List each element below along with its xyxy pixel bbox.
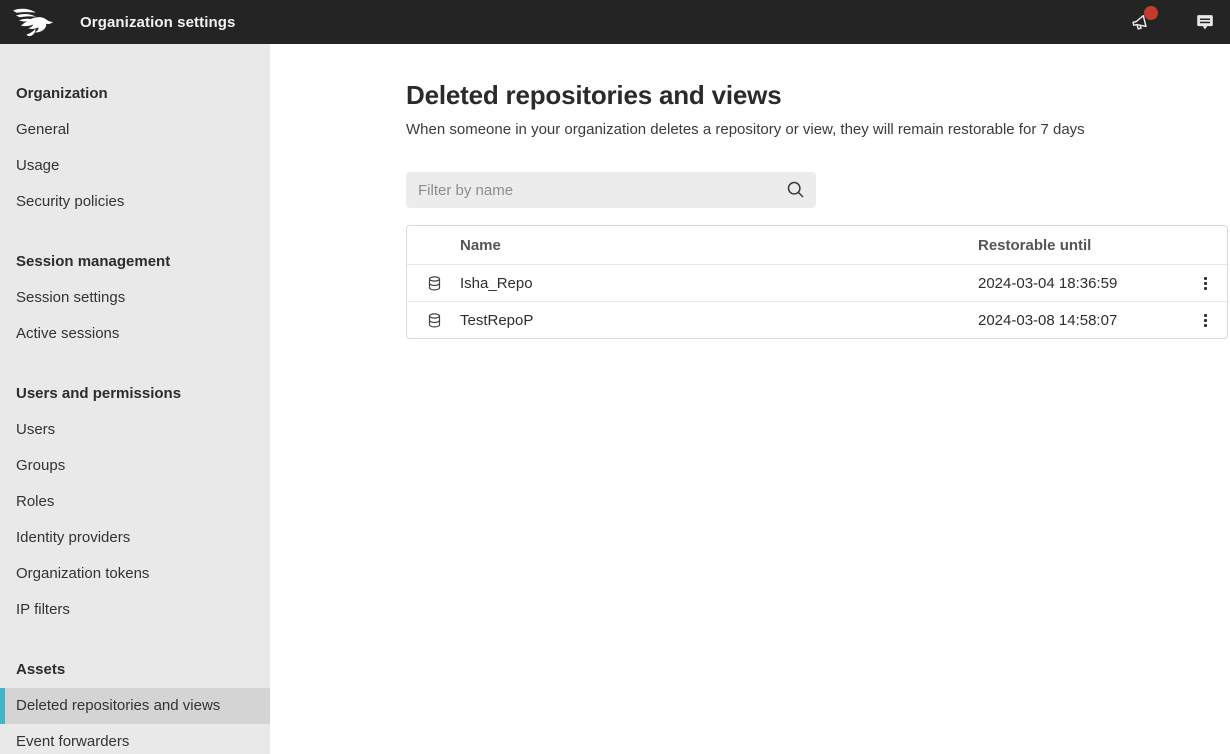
section-header-users-permissions: Users and permissions xyxy=(0,376,270,412)
sidebar-section-session-management: Session management Session settings Acti… xyxy=(0,244,270,352)
database-icon xyxy=(407,313,460,328)
sidebar-item-usage[interactable]: Usage xyxy=(0,148,270,184)
sidebar-section-users-permissions: Users and permissions Users Groups Roles… xyxy=(0,376,270,628)
section-header-organization: Organization xyxy=(0,76,270,112)
restorable-until-value: 2024-03-04 18:36:59 xyxy=(978,275,1183,292)
falcon-icon xyxy=(13,7,53,38)
row-actions-menu-button[interactable] xyxy=(1183,302,1227,338)
sidebar-item-organization-tokens[interactable]: Organization tokens xyxy=(0,556,270,592)
section-header-assets: Assets xyxy=(0,652,270,688)
section-header-session-management: Session management xyxy=(0,244,270,280)
column-header-restorable-until: Restorable until xyxy=(978,237,1183,254)
feedback-button[interactable] xyxy=(1192,9,1218,35)
filter-field xyxy=(406,172,816,208)
announcements-button[interactable] xyxy=(1128,9,1154,35)
column-header-name: Name xyxy=(460,237,978,254)
sidebar-item-identity-providers[interactable]: Identity providers xyxy=(0,520,270,556)
sidebar-section-organization: Organization General Usage Security poli… xyxy=(0,76,270,220)
database-icon xyxy=(407,276,460,291)
sidebar-section-assets: Assets Deleted repositories and views Ev… xyxy=(0,652,270,754)
sidebar-item-deleted-repositories-and-views[interactable]: Deleted repositories and views xyxy=(0,688,270,724)
sidebar-item-general[interactable]: General xyxy=(0,112,270,148)
table-row: Isha_Repo 2024-03-04 18:36:59 xyxy=(407,264,1227,301)
table-header-row: Name Restorable until xyxy=(407,226,1227,264)
page-subtitle: When someone in your organization delete… xyxy=(406,120,1228,140)
sidebar-item-roles[interactable]: Roles xyxy=(0,484,270,520)
sidebar-item-event-forwarders[interactable]: Event forwarders xyxy=(0,724,270,754)
sidebar-item-active-sessions[interactable]: Active sessions xyxy=(0,316,270,352)
topbar-actions xyxy=(1128,9,1230,35)
sidebar-item-session-settings[interactable]: Session settings xyxy=(0,280,270,316)
restorable-until-value: 2024-03-08 14:58:07 xyxy=(978,312,1183,329)
repo-name: Isha_Repo xyxy=(460,275,978,292)
sidebar-item-users[interactable]: Users xyxy=(0,412,270,448)
topbar: Organization settings xyxy=(0,0,1230,44)
deleted-repositories-table: Name Restorable until Isha_Repo 2024-03-… xyxy=(406,225,1228,339)
sidebar-item-security-policies[interactable]: Security policies xyxy=(0,184,270,220)
notification-badge xyxy=(1144,6,1158,20)
row-actions-menu-button[interactable] xyxy=(1183,265,1227,301)
repo-name: TestRepoP xyxy=(460,312,978,329)
sidebar-item-groups[interactable]: Groups xyxy=(0,448,270,484)
main-content: Deleted repositories and views When some… xyxy=(270,44,1230,754)
crowdstrike-logo[interactable] xyxy=(0,0,66,44)
table-row: TestRepoP 2024-03-08 14:58:07 xyxy=(407,301,1227,338)
sidebar: Organization General Usage Security poli… xyxy=(0,44,270,754)
sidebar-item-ip-filters[interactable]: IP filters xyxy=(0,592,270,628)
app-title: Organization settings xyxy=(80,14,235,31)
filter-by-name-input[interactable] xyxy=(406,172,816,208)
page-heading: Deleted repositories and views xyxy=(406,78,1228,112)
feedback-icon xyxy=(1194,11,1216,33)
